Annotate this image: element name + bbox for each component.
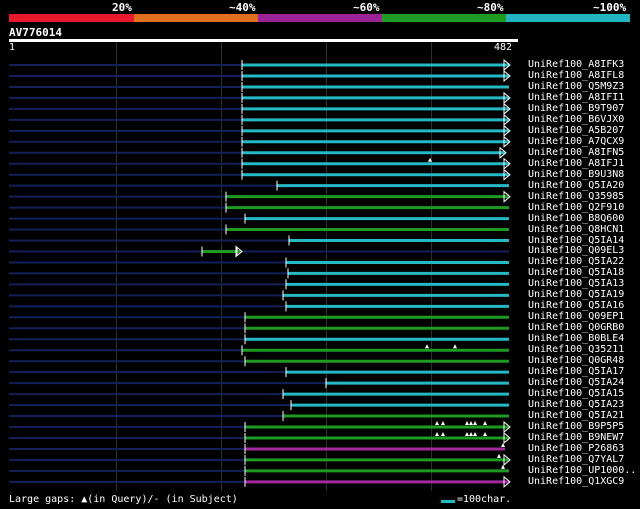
hit-name[interactable]: UniRef100_Q09EL3 bbox=[528, 245, 624, 256]
query-gap-marker bbox=[497, 453, 501, 458]
hit-name[interactable]: UniRef100_UP1000.. bbox=[528, 465, 636, 476]
query-gap-marker bbox=[425, 344, 429, 349]
hit-name[interactable]: UniRef100_Q5M9Z3 bbox=[528, 81, 624, 92]
hit-name[interactable]: UniRef100_Q5IA20 bbox=[528, 180, 624, 191]
hit-name[interactable]: UniRef100_A7QCX9 bbox=[528, 136, 624, 147]
hit-name[interactable]: UniRef100_Q5IA14 bbox=[528, 235, 624, 246]
hit-name[interactable]: UniRef100_Q5IA22 bbox=[528, 256, 624, 267]
hit-name[interactable]: UniRef100_A5B207 bbox=[528, 125, 624, 136]
query-gap-marker bbox=[441, 431, 445, 436]
query-gap-marker bbox=[469, 431, 473, 436]
hit-name[interactable]: UniRef100_A8IFJ1 bbox=[528, 158, 624, 169]
hit-name[interactable]: UniRef100_Q5IA21 bbox=[528, 410, 624, 421]
hit-name[interactable]: UniRef100_A8IFL8 bbox=[528, 70, 624, 81]
query-gap-marker bbox=[435, 421, 439, 426]
hit-name[interactable]: UniRef100_Q2F910 bbox=[528, 202, 624, 213]
hit-name[interactable]: UniRef100_Q5IA18 bbox=[528, 267, 624, 278]
hit-name[interactable]: UniRef100_B9U3N8 bbox=[528, 169, 624, 180]
hit-name[interactable]: UniRef100_Q5IA24 bbox=[528, 377, 624, 388]
blast-overview: 20% ~40% ~60% ~80% ~100% AV776014 1 482 … bbox=[0, 0, 640, 509]
scale-legend-line bbox=[441, 500, 455, 503]
hit-name[interactable]: UniRef100_B8Q600 bbox=[528, 213, 624, 224]
hit-name[interactable]: UniRef100_Q5IA19 bbox=[528, 289, 624, 300]
hit-name[interactable]: UniRef100_B9P5P5 bbox=[528, 421, 624, 432]
scale-legend: =100char. bbox=[457, 494, 512, 505]
hit-name[interactable]: UniRef100_Q0GR48 bbox=[528, 355, 624, 366]
hit-name[interactable]: UniRef100_Q0GRB0 bbox=[528, 322, 624, 333]
hit-name[interactable]: UniRef100_Q1XGC9 bbox=[528, 476, 624, 487]
hit-name[interactable]: UniRef100_Q5IA16 bbox=[528, 300, 624, 311]
hit-name[interactable]: UniRef100_Q09EP1 bbox=[528, 311, 624, 322]
hit-name[interactable]: UniRef100_Q5IA13 bbox=[528, 278, 624, 289]
query-gap-marker bbox=[501, 442, 505, 447]
query-gap-marker bbox=[469, 421, 473, 426]
hit-name[interactable]: UniRef100_B0BLE4 bbox=[528, 333, 624, 344]
query-gap-marker bbox=[465, 431, 469, 436]
hit-name[interactable]: UniRef100_A8IFI1 bbox=[528, 92, 624, 103]
hit-name[interactable]: UniRef100_Q5IA23 bbox=[528, 399, 624, 410]
query-gap-marker bbox=[473, 431, 477, 436]
query-gap-marker bbox=[483, 431, 487, 436]
query-gap-marker bbox=[428, 157, 432, 162]
hit-name[interactable]: UniRef100_Q35985 bbox=[528, 191, 624, 202]
hit-name[interactable]: UniRef100_Q5IA15 bbox=[528, 388, 624, 399]
query-gap-marker bbox=[441, 421, 445, 426]
large-gaps-legend: Large gaps: ▲(in Query)/- (in Subject) bbox=[9, 494, 238, 505]
hit-name[interactable]: UniRef100_B6VJX0 bbox=[528, 114, 624, 125]
query-gap-marker bbox=[483, 421, 487, 426]
hit-name[interactable]: UniRef100_Q35211 bbox=[528, 344, 624, 355]
hit-name[interactable]: UniRef100_B9T907 bbox=[528, 103, 624, 114]
query-gap-marker bbox=[501, 464, 505, 469]
query-gap-marker bbox=[473, 421, 477, 426]
hit-name[interactable]: UniRef100_Q7YAL7 bbox=[528, 454, 624, 465]
hit-name[interactable]: UniRef100_A8IFN5 bbox=[528, 147, 624, 158]
hit-name[interactable]: UniRef100_A8IFK3 bbox=[528, 59, 624, 70]
hit-name[interactable]: UniRef100_P26863 bbox=[528, 443, 624, 454]
hit-name[interactable]: UniRef100_Q5IA17 bbox=[528, 366, 624, 377]
query-gap-marker bbox=[435, 431, 439, 436]
query-gap-marker bbox=[453, 344, 457, 349]
hit-name[interactable]: UniRef100_B9NEW7 bbox=[528, 432, 624, 443]
query-gap-marker bbox=[465, 421, 469, 426]
hit-name[interactable]: UniRef100_Q8HCN1 bbox=[528, 224, 624, 235]
